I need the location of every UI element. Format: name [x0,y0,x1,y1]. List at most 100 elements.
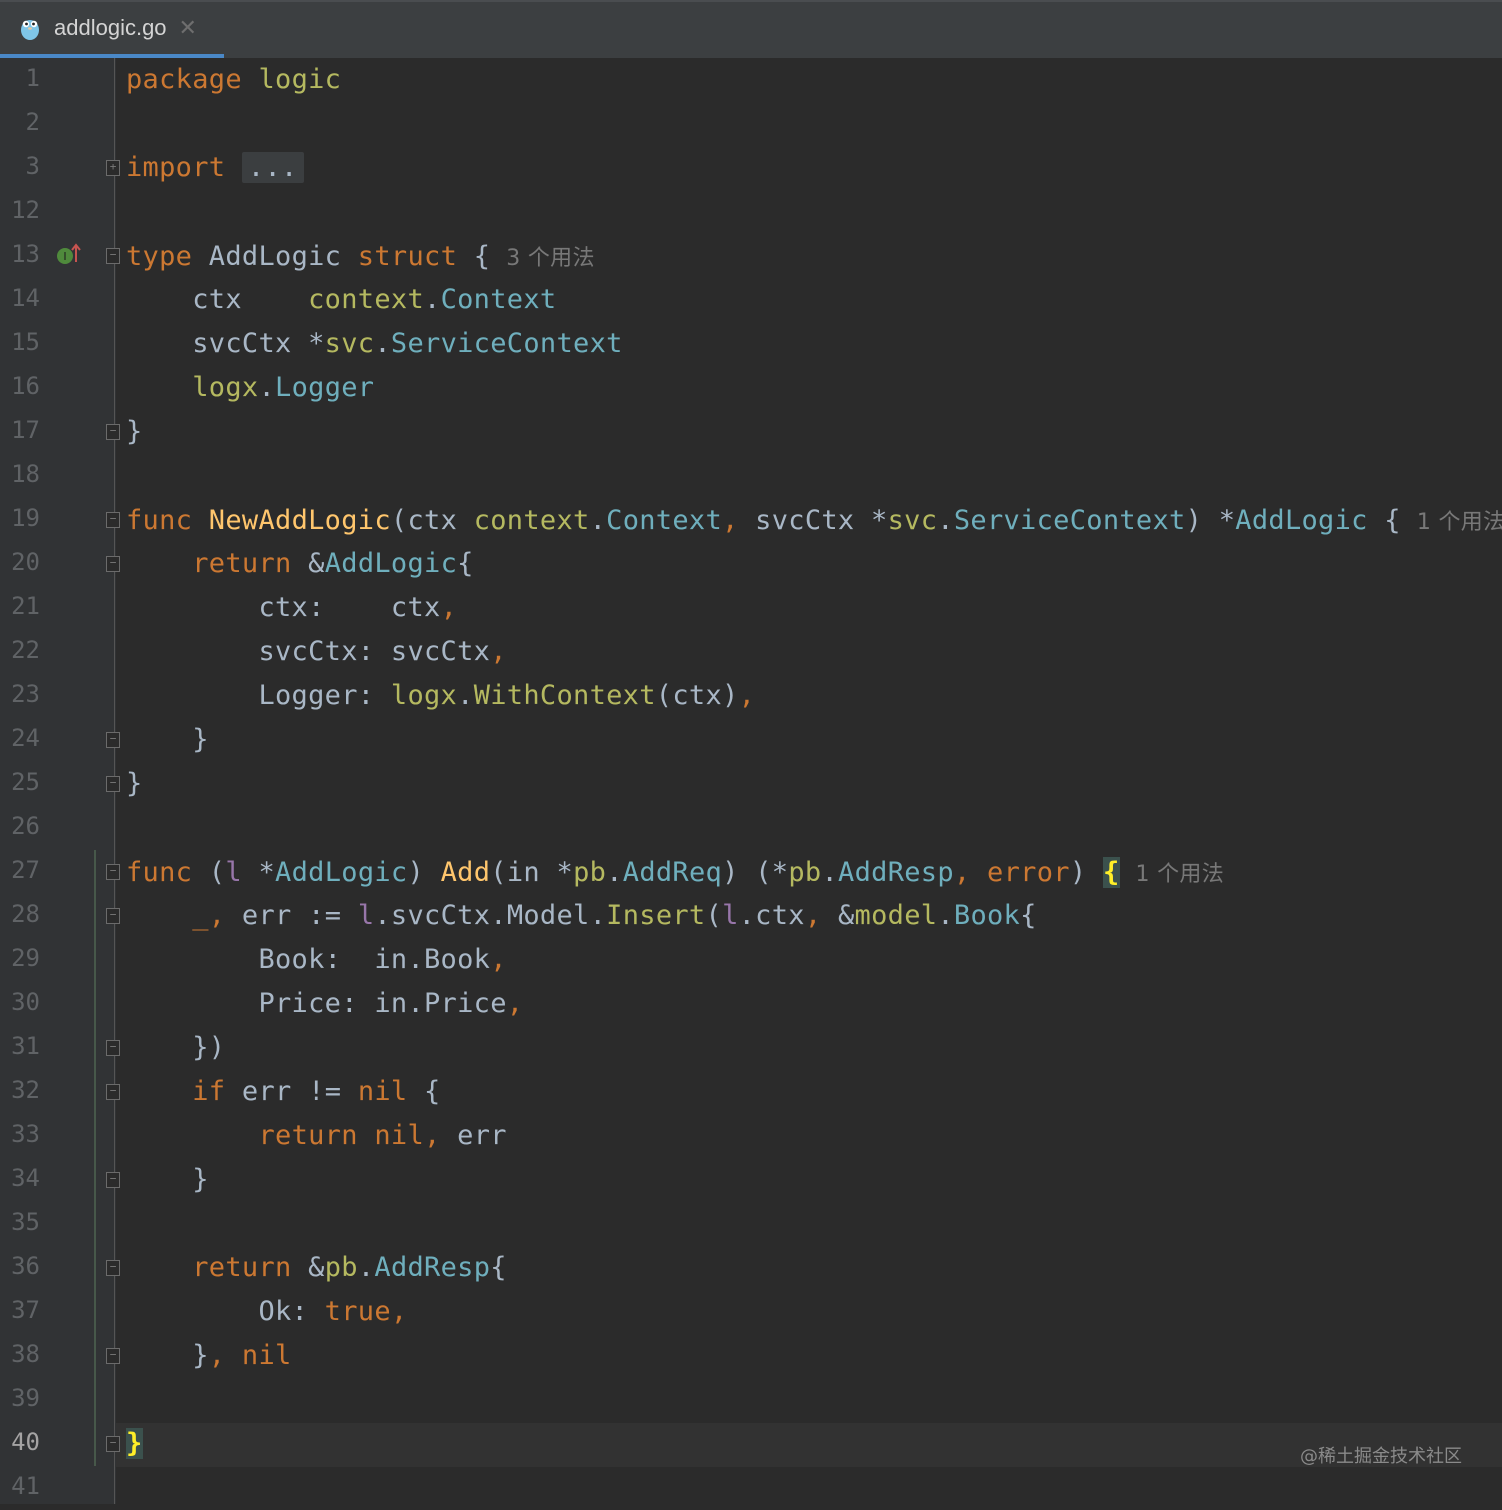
line-number: 26 [11,812,40,840]
code-line[interactable]: 22 svcCtx: svcCtx, [0,630,1502,674]
code-line[interactable]: 25 −} [0,762,1502,806]
line-number: 1 [25,64,40,92]
code-text: logx.Logger [192,372,375,403]
code-text: type AddLogic struct {3 个用法 [126,241,595,272]
fold-collapse-icon[interactable]: − [106,512,120,528]
code-line[interactable]: 36 − return &pb.AddResp{ [0,1246,1502,1290]
editor-tab-bar: addlogic.go ✕ [0,0,1502,58]
code-text: } [126,724,209,755]
code-line[interactable]: 41 [0,1466,1502,1510]
code-line[interactable]: 19 − func NewAddLogic(ctx context.Context,… [0,498,1502,542]
code-line[interactable]: 18 [0,454,1502,498]
fold-collapse-icon[interactable]: − [106,776,120,792]
fold-collapse-icon[interactable]: − [106,556,120,572]
code-line[interactable]: 39 [0,1378,1502,1422]
line-number: 3 [25,152,40,180]
code-line[interactable]: 24 − } [0,718,1502,762]
code-line[interactable]: 38 − }, nil [0,1334,1502,1378]
code-text: } [126,768,143,799]
line-number: 12 [11,196,40,224]
code-text: return &AddLogic{ [192,548,474,579]
code-text: import ... [126,152,304,183]
line-number: 39 [11,1384,40,1412]
tab-addlogic-go[interactable]: addlogic.go ✕ [0,2,224,58]
code-text: return nil, err [258,1120,507,1151]
line-number: 24 [11,724,40,752]
code-editor[interactable]: 1 package logic 2 3 + import ... 12 13− Itype Ad… [0,58,1502,1504]
line-number: 14 [11,284,40,312]
code-line[interactable]: 32 − if err != nil { [0,1070,1502,1114]
code-text: svcCtx: svcCtx, [126,636,507,667]
fold-collapse-icon[interactable]: − [106,248,120,264]
code-line[interactable]: 3 + import ... [0,146,1502,190]
line-number: 35 [11,1208,40,1236]
fold-collapse-icon[interactable]: − [106,1348,120,1364]
line-number: 38 [11,1340,40,1368]
code-text: Price: in.Price, [126,988,524,1019]
line-number: 33 [11,1120,40,1148]
go-gopher-icon [21,20,39,40]
line-number: 40 [11,1428,40,1456]
code-text: Book: in.Book, [126,944,507,975]
code-line[interactable]: 28 − _, err := l.svcCtx.Model.Insert(l.ct… [0,894,1502,938]
code-text: func (l *AddLogic) Add(in *pb.AddReq) (*… [126,857,1225,888]
fold-collapse-icon[interactable]: − [106,1260,120,1276]
fold-collapse-icon[interactable]: − [106,1084,120,1100]
line-number: 20 [11,548,40,576]
code-line[interactable]: 33 return nil, err [0,1114,1502,1158]
code-line[interactable]: 26 [0,806,1502,850]
line-number: 25 [11,768,40,796]
code-line[interactable]: 2 [0,102,1502,146]
code-line[interactable]: 15 svcCtx *svc.ServiceContext [0,322,1502,366]
code-text: func NewAddLogic(ctx context.Context, sv… [126,505,1502,536]
implements-interface-icon[interactable]: I [54,240,84,270]
code-line[interactable]: 30 Price: in.Price, [0,982,1502,1026]
code-line[interactable]: 37 Ok: true, [0,1290,1502,1334]
code-text: svcCtx *svc.ServiceContext [126,328,623,359]
code-text: }, nil [126,1340,292,1371]
code-text: Logger: logx.WithContext(ctx), [126,680,756,711]
fold-collapse-icon[interactable]: − [106,1436,120,1452]
line-number: 32 [11,1076,40,1104]
code-text: Ok: true, [126,1296,408,1327]
fold-collapse-icon[interactable]: − [106,908,120,924]
tab-close-icon[interactable]: ✕ [179,16,197,41]
fold-collapse-icon[interactable]: − [106,424,120,440]
code-line[interactable]: 13 − Itype AddLogic struct {3 个用法 [0,234,1502,278]
code-line[interactable]: 23 Logger: logx.WithContext(ctx), [0,674,1502,718]
code-text: } [126,1164,209,1195]
fold-collapse-icon[interactable]: − [106,864,120,880]
code-line[interactable]: 29 Book: in.Book, [0,938,1502,982]
fold-collapse-icon[interactable]: − [106,732,120,748]
line-number: 22 [11,636,40,664]
tab-filename: addlogic.go [54,15,167,40]
fold-collapse-icon[interactable]: − [106,1040,120,1056]
line-number: 30 [11,988,40,1016]
svg-text:I: I [63,250,66,263]
code-text: _, err := l.svcCtx.Model.Insert(l.ctx, &… [192,900,1037,931]
code-line[interactable]: 21 ctx: ctx, [0,586,1502,630]
code-line[interactable]: 31 − }) [0,1026,1502,1070]
fold-expand-icon[interactable]: + [106,160,120,176]
code-line[interactable]: 27 − func (l *AddLogic) Add(in *pb.AddReq)… [0,850,1502,894]
code-line[interactable]: 35 [0,1202,1502,1246]
line-number: 21 [11,592,40,620]
code-line[interactable]: 40 −} [0,1422,1502,1466]
code-text: }) [126,1032,226,1063]
code-line[interactable]: 16 logx.Logger [0,366,1502,410]
code-line[interactable]: 34 − } [0,1158,1502,1202]
code-line[interactable]: 20 − return &AddLogic{ [0,542,1502,586]
code-text: ctx: ctx, [126,592,458,623]
code-line[interactable]: 17 −} [0,410,1502,454]
code-line[interactable]: 14 ctx context.Context [0,278,1502,322]
code-text: } [126,1428,143,1459]
line-number: 28 [11,900,40,928]
line-number: 41 [11,1472,40,1500]
code-line[interactable]: 1 package logic [0,58,1502,102]
code-text: if err != nil { [192,1076,441,1107]
line-number: 16 [11,372,40,400]
fold-collapse-icon[interactable]: − [106,1172,120,1188]
code-line[interactable]: 12 [0,190,1502,234]
line-number: 18 [11,460,40,488]
line-number: 17 [11,416,40,444]
